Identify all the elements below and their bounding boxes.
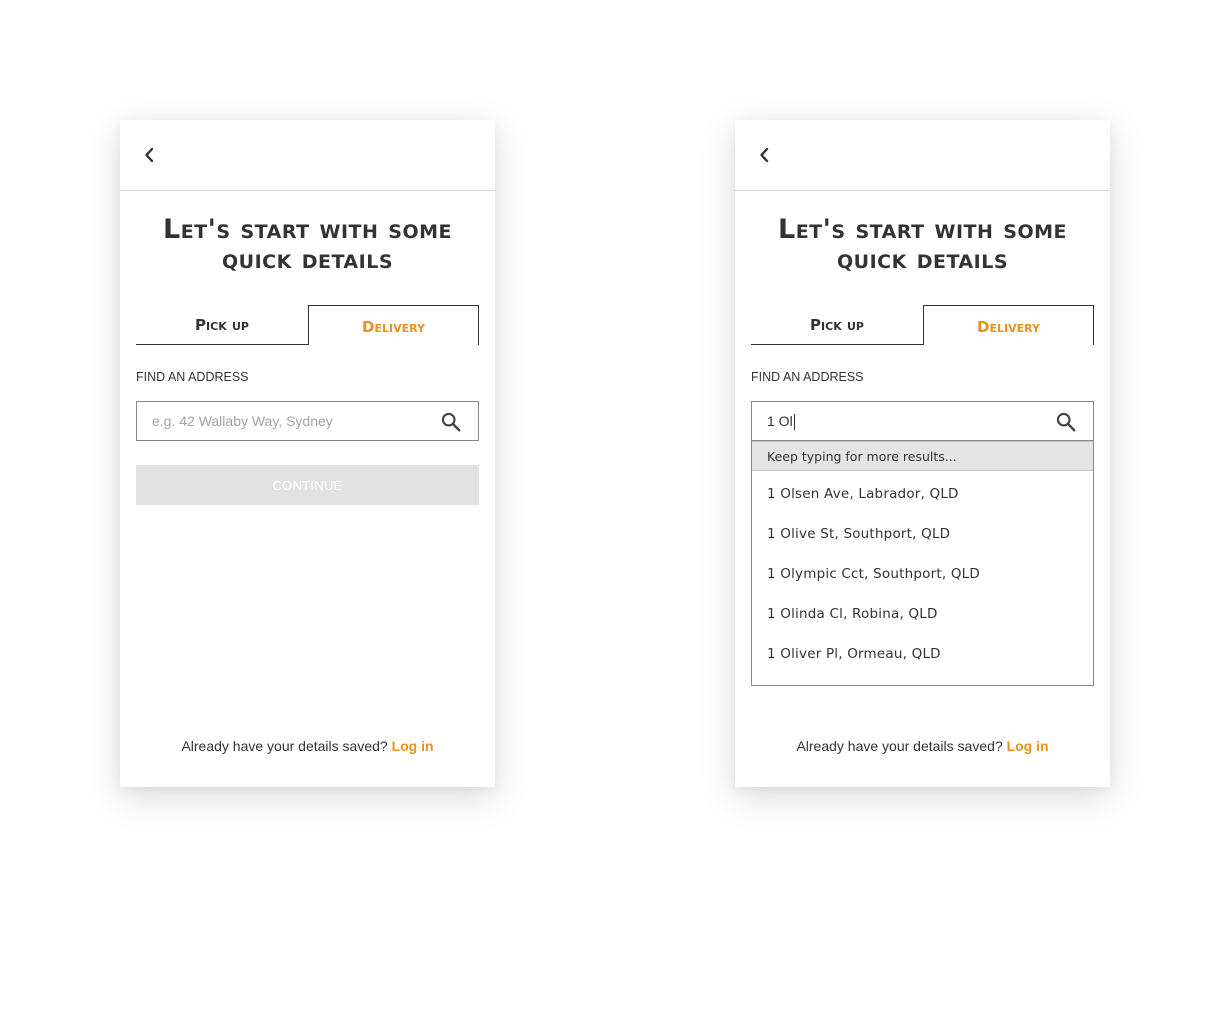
page-title-line-2: quick details <box>221 244 394 275</box>
address-search-box[interactable]: 1 Ol <box>751 401 1094 441</box>
tab-delivery[interactable]: Delivery <box>923 305 1094 345</box>
top-bar <box>735 120 1110 191</box>
suggestions-hint: Keep typing for more results... <box>752 441 1093 471</box>
address-search-input[interactable] <box>137 402 427 440</box>
login-prompt: Already have your details saved? Log in <box>735 738 1110 754</box>
address-search-box <box>136 401 479 441</box>
address-search-value: 1 Ol <box>767 413 793 429</box>
back-button[interactable] <box>138 142 160 168</box>
chevron-left-icon <box>145 147 154 163</box>
login-prompt-text: Already have your details saved? <box>796 738 1003 754</box>
suggestion-item[interactable]: 1 Olympic Cct, Southport, QLD <box>752 554 1093 594</box>
suggestion-item[interactable]: 1 Olive St, Southport, QLD <box>752 514 1093 554</box>
mobile-screen-empty: Let's start with some quick details Pick… <box>120 120 495 787</box>
address-suggestions-dropdown: Keep typing for more results... 1 Olsen … <box>751 441 1094 686</box>
page-title: Let's start with some quick details <box>755 215 1090 275</box>
page-title: Let's start with some quick details <box>140 215 475 275</box>
chevron-left-icon <box>760 147 769 163</box>
top-bar <box>120 120 495 191</box>
mobile-screen-suggestions: Let's start with some quick details Pick… <box>735 120 1110 787</box>
text-caret <box>793 414 795 431</box>
tab-pick-up[interactable]: Pick up <box>136 305 308 345</box>
login-link[interactable]: Log in <box>1007 738 1049 754</box>
page-title-line-1: Let's start with some <box>777 214 1068 245</box>
address-search-input[interactable]: 1 Ol <box>767 402 795 440</box>
suggestion-item[interactable]: 1 Olsen Ave, Labrador, QLD <box>752 474 1093 514</box>
suggestion-item[interactable]: 1 Oliver Pl, Ormeau, QLD <box>752 634 1093 674</box>
tab-pick-up[interactable]: Pick up <box>751 305 923 345</box>
address-field-label: FIND AN ADDRESS <box>136 370 249 384</box>
login-prompt: Already have your details saved? Log in <box>120 738 495 754</box>
suggestion-item[interactable]: 1 Olinda Cl, Robina, QLD <box>752 594 1093 634</box>
tab-delivery[interactable]: Delivery <box>308 305 479 345</box>
login-link[interactable]: Log in <box>392 738 434 754</box>
login-prompt-text: Already have your details saved? <box>181 738 388 754</box>
search-icon[interactable] <box>1055 411 1077 433</box>
suggestions-list: 1 Olsen Ave, Labrador, QLD 1 Olive St, S… <box>752 471 1093 674</box>
continue-button[interactable]: CONTINUE <box>136 465 479 505</box>
back-button[interactable] <box>753 142 775 168</box>
page-title-line-1: Let's start with some <box>162 214 453 245</box>
page-title-line-2: quick details <box>836 244 1009 275</box>
address-field-label: FIND AN ADDRESS <box>751 370 864 384</box>
search-icon[interactable] <box>440 411 462 433</box>
